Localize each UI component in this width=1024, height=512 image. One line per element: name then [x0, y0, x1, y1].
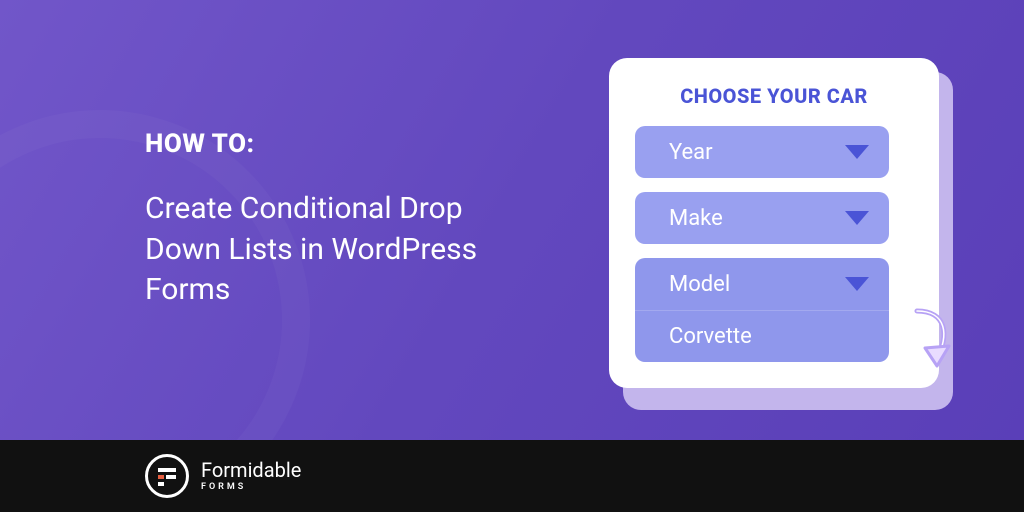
chevron-down-icon: [845, 145, 869, 159]
card-title: CHOOSE YOUR CAR: [635, 84, 913, 108]
dropdown-year[interactable]: Year: [635, 126, 889, 178]
logo-text: Formidable FORMS: [201, 460, 301, 492]
dropdown-model-group: Model Corvette: [635, 258, 913, 362]
hero-banner: HOW TO: Create Conditional Drop Down Lis…: [0, 0, 1024, 440]
dropdown-model-header[interactable]: Model: [635, 258, 889, 310]
option-label: Corvette: [669, 324, 752, 349]
dropdown-label: Make: [669, 206, 723, 231]
brand-name: Formidable: [201, 460, 301, 480]
brand-logo: Formidable FORMS: [145, 454, 301, 498]
howto-label: HOW TO:: [145, 129, 545, 159]
logo-mark-icon: [145, 454, 189, 498]
form-card-wrap: CHOOSE YOUR CAR Year Make Model Corvette: [609, 58, 939, 388]
dropdown-label: Year: [669, 140, 713, 165]
form-card: CHOOSE YOUR CAR Year Make Model Corvette: [609, 58, 939, 388]
curved-arrow-icon: [907, 306, 957, 376]
brand-sub: FORMS: [201, 482, 301, 492]
chevron-down-icon: [845, 277, 869, 291]
dropdown-make[interactable]: Make: [635, 192, 889, 244]
hero-title: Create Conditional Drop Down Lists in Wo…: [145, 189, 545, 311]
chevron-down-icon: [845, 211, 869, 225]
dropdown-label: Model: [669, 272, 730, 297]
dropdown-model-expanded[interactable]: Model Corvette: [635, 258, 889, 362]
dropdown-option-corvette[interactable]: Corvette: [635, 310, 889, 362]
hero-text: HOW TO: Create Conditional Drop Down Lis…: [145, 129, 545, 311]
footer-bar: Formidable FORMS: [0, 440, 1024, 512]
